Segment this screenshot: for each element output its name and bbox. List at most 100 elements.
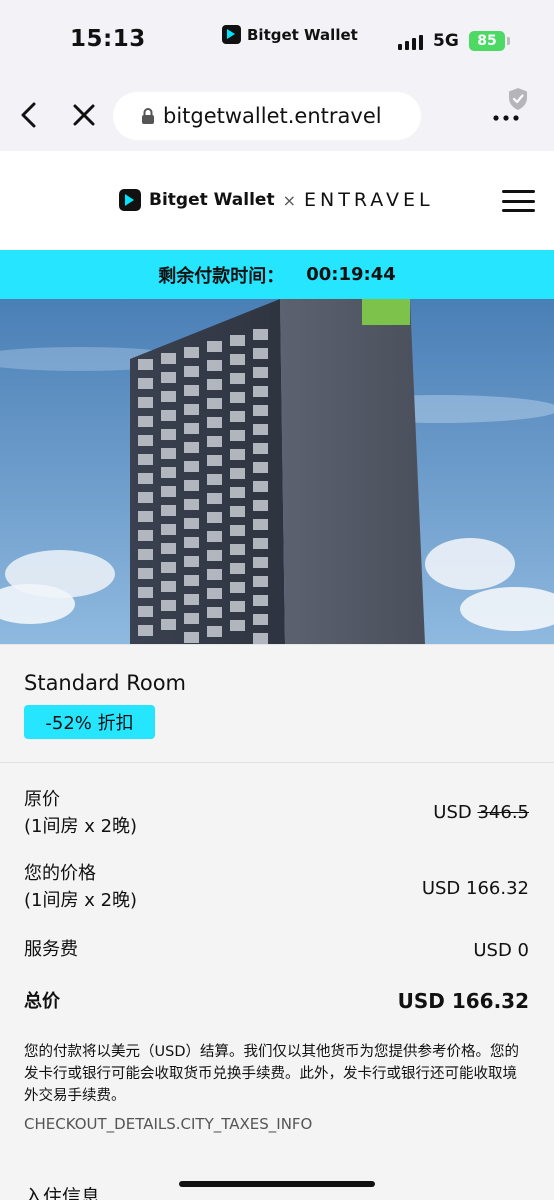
building-window [184, 613, 199, 624]
url-text: bitgetwallet.entravel [163, 104, 382, 128]
menu-icon[interactable] [502, 190, 535, 212]
discount-badge: -52% 折扣 [24, 705, 155, 739]
building-window [207, 436, 222, 447]
bitget-wallet-logo-icon [119, 189, 141, 211]
battery-tip-icon [507, 37, 510, 45]
building-window [138, 625, 153, 636]
building-window [207, 360, 222, 371]
service-fee-value: USD 0 [473, 940, 529, 961]
building-window [207, 455, 222, 466]
original-price-title: 原价 [24, 789, 60, 810]
original-price-amount: 346.5 [477, 802, 529, 823]
your-price-sub: (1间房 x 2晚) [24, 890, 138, 911]
original-price-value: USD 346.5 [433, 802, 529, 823]
building-window [207, 512, 222, 523]
building-window [230, 620, 245, 631]
brand-name: Bitget Wallet [149, 190, 275, 210]
divider [0, 762, 554, 763]
building-window [161, 505, 176, 516]
building-window [207, 379, 222, 390]
building-window [184, 385, 199, 396]
close-icon[interactable] [71, 102, 97, 128]
status-time: 15:13 [70, 26, 146, 52]
battery-icon: 85 [469, 31, 505, 51]
building-window [230, 373, 245, 384]
building-window [184, 499, 199, 510]
network-type: 5G [433, 31, 459, 51]
currency-notice: 您的付款将以美元（USD）结算。我们仅以其他货币为您提供参考价格。您的发卡行或银… [24, 1044, 519, 1104]
building-window [207, 398, 222, 409]
brand-logo[interactable]: Bitget Wallet × ENTRAVEL [119, 189, 434, 211]
building-window [161, 372, 176, 383]
building-window [161, 581, 176, 592]
building-window [230, 544, 245, 555]
building-window [230, 411, 245, 422]
building-window [253, 367, 268, 378]
building-window [184, 518, 199, 529]
building-window [138, 397, 153, 408]
building-window [161, 467, 176, 478]
building-window [253, 348, 268, 359]
building-window [253, 633, 268, 644]
service-fee-label: 服务费 [24, 939, 78, 960]
building-window [138, 511, 153, 522]
building-window [161, 353, 176, 364]
url-bar[interactable]: bitgetwallet.entravel [113, 92, 421, 140]
building-window [207, 607, 222, 618]
building-window [184, 632, 199, 643]
your-price-title: 您的价格 [24, 863, 96, 884]
site-header: Bitget Wallet × ENTRAVEL [0, 151, 554, 250]
browser-toolbar: bitgetwallet.entravel [0, 78, 554, 151]
building-window [207, 417, 222, 428]
building-window [253, 405, 268, 416]
original-price-sub: (1间房 x 2晚) [24, 816, 138, 837]
building-window [161, 410, 176, 421]
building-window [138, 587, 153, 598]
building-window [184, 404, 199, 415]
building-window [230, 354, 245, 365]
building-window [230, 582, 245, 593]
building-window [253, 557, 268, 568]
building-window [207, 493, 222, 504]
more-icon[interactable] [492, 114, 520, 122]
building-window [138, 454, 153, 465]
building-window [207, 550, 222, 561]
building-window [161, 429, 176, 440]
building-window [253, 576, 268, 587]
building-window [161, 619, 176, 630]
building-window [253, 443, 268, 454]
building-window [230, 563, 245, 574]
building-window [138, 378, 153, 389]
lock-icon [142, 108, 154, 124]
building-window [184, 480, 199, 491]
original-price-currency: USD [433, 802, 472, 823]
checkin-section-title: 入住信息 [24, 1186, 101, 1200]
building-window [207, 531, 222, 542]
status-app-indicator[interactable]: Bitget Wallet [222, 25, 358, 44]
building-window [230, 601, 245, 612]
shield-icon[interactable] [507, 87, 529, 111]
building-window [253, 595, 268, 606]
back-icon[interactable] [16, 100, 42, 130]
building-window [253, 538, 268, 549]
hotel-photo [0, 299, 554, 644]
timer-label: 剩余付款时间： [158, 265, 285, 287]
building-window [184, 347, 199, 358]
building-window [161, 448, 176, 459]
building-window [230, 335, 245, 346]
building-window [138, 435, 153, 446]
partner-name: ENTRAVEL [304, 189, 434, 211]
building-window [207, 341, 222, 352]
payment-timer-banner: 剩余付款时间： 00:19:44 [0, 250, 554, 299]
building-window [207, 569, 222, 580]
your-price-label: 您的价格 (1间房 x 2晚) [24, 860, 137, 914]
building-window [253, 386, 268, 397]
home-indicator[interactable] [179, 1181, 375, 1187]
building-window [161, 524, 176, 535]
building-window [253, 329, 268, 340]
building-window [138, 568, 153, 579]
building-window [161, 391, 176, 402]
building-window [230, 449, 245, 460]
building-window [184, 366, 199, 377]
cellular-signal-icon [398, 34, 423, 50]
